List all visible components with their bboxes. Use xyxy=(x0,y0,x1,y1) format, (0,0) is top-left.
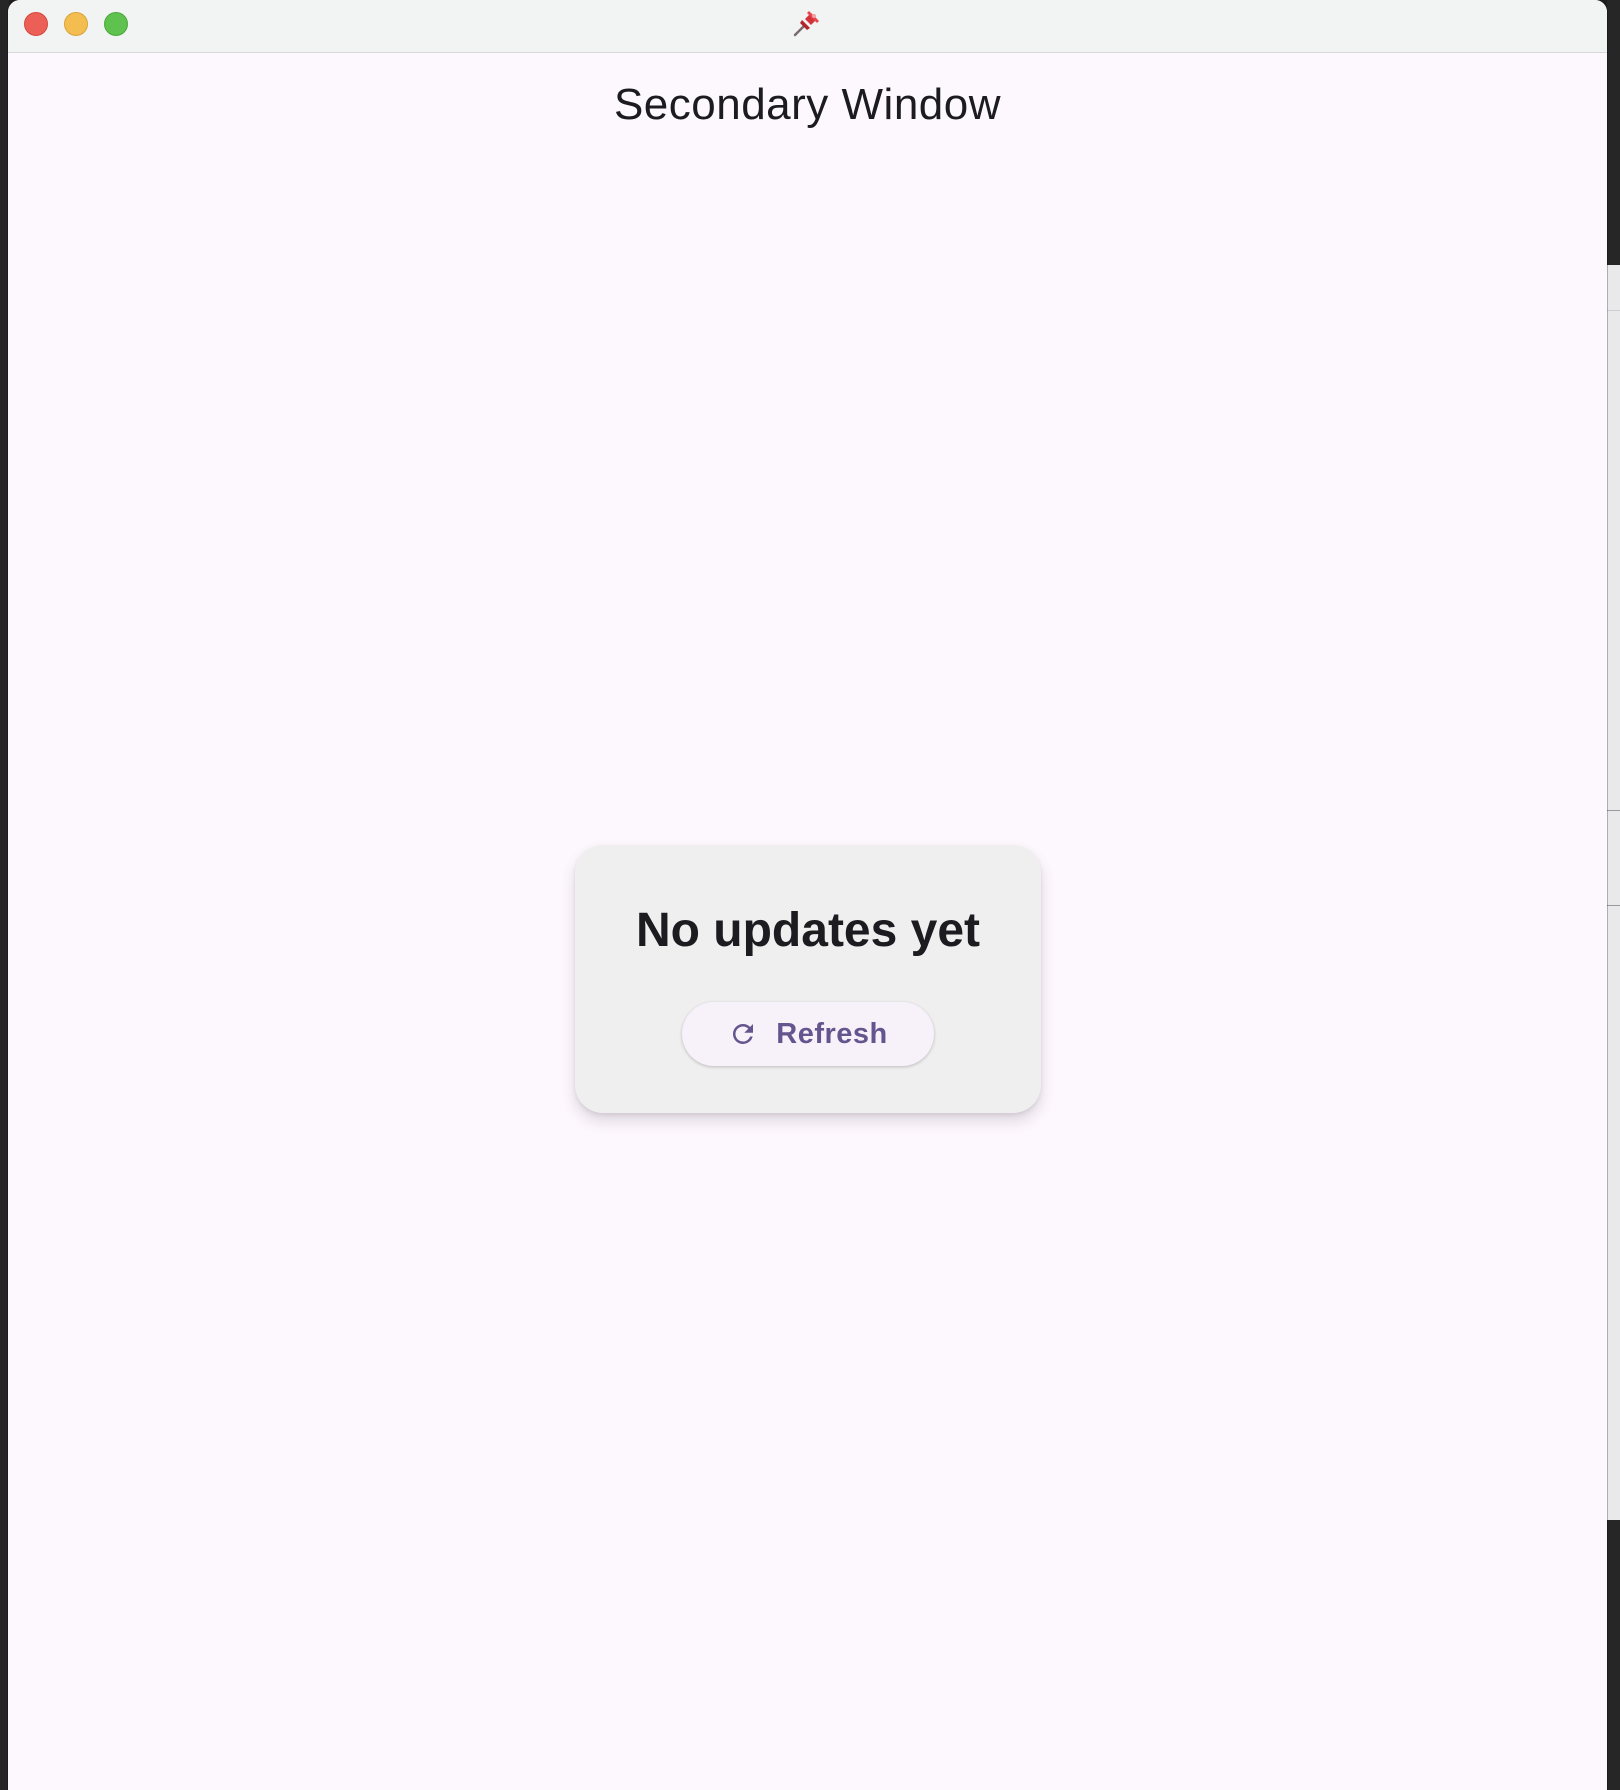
refresh-button-label: Refresh xyxy=(776,1017,888,1050)
refresh-button[interactable]: Refresh xyxy=(682,1002,934,1066)
background-divider xyxy=(1607,310,1620,311)
secondary-window: Secondary Window No updates yet Refresh xyxy=(8,0,1607,1790)
background-app-right xyxy=(1607,0,1620,1790)
status-card: No updates yet Refresh xyxy=(575,845,1041,1113)
empty-state-message: No updates yet xyxy=(635,904,981,957)
refresh-icon xyxy=(733,1024,754,1044)
minimize-window-button[interactable] xyxy=(64,12,88,36)
background-panel xyxy=(1607,265,1620,1520)
close-window-button[interactable] xyxy=(24,12,48,36)
maximize-window-button[interactable] xyxy=(104,12,128,36)
title-bar[interactable] xyxy=(8,0,1607,53)
page-title: Secondary Window xyxy=(613,80,1002,129)
pushpin-icon xyxy=(793,11,819,37)
background-divider xyxy=(1607,810,1620,811)
background-divider xyxy=(1607,905,1620,906)
